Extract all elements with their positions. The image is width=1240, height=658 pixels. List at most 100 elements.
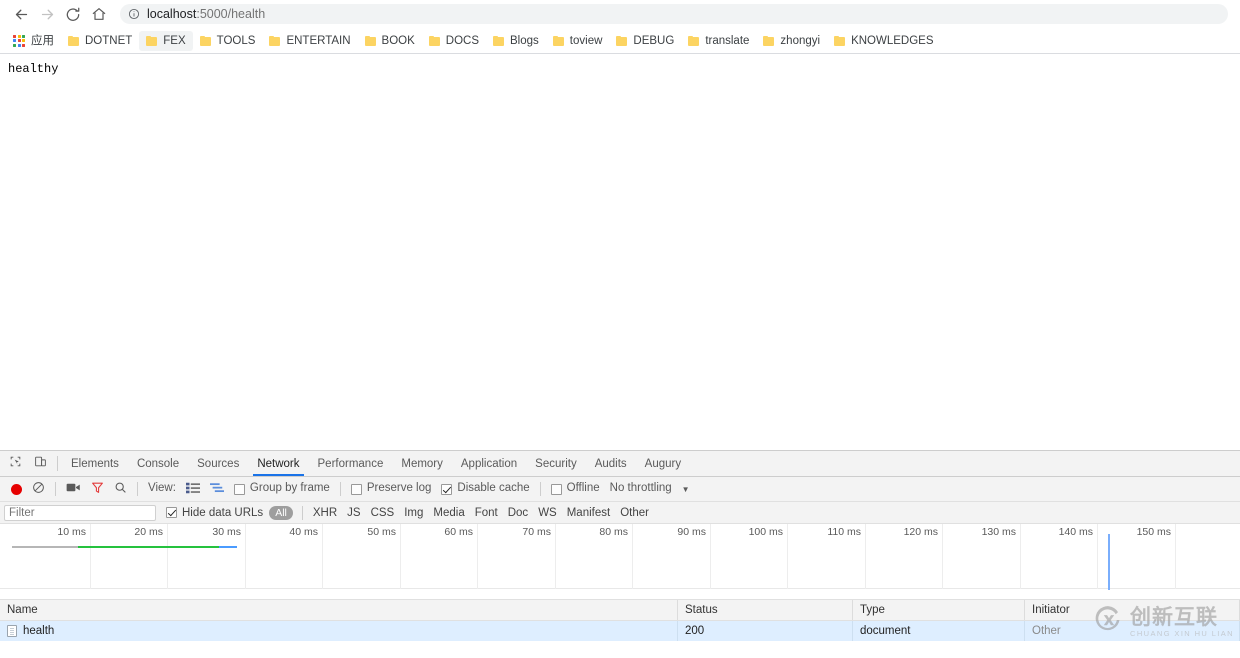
devtools-tab-application[interactable]: Application — [452, 451, 526, 476]
devtools-tab-elements[interactable]: Elements — [62, 451, 128, 476]
hide-data-urls-checkbox[interactable]: Hide data URLs — [166, 507, 263, 519]
reload-button[interactable] — [60, 1, 86, 27]
preserve-log-checkbox-box — [350, 483, 362, 495]
waterfall-view-button[interactable] — [205, 477, 229, 501]
devtools-tab-sources[interactable]: Sources — [188, 451, 248, 476]
filter-toggle-button[interactable] — [86, 477, 109, 501]
overview-bar-finish — [219, 546, 237, 548]
overview-tick-label: 70 ms — [522, 526, 551, 538]
network-filterbar: Hide data URLs All XHRJSCSSImgMediaFontD… — [0, 502, 1240, 524]
network-toolbar: View: Group by frame Preserve log Disabl… — [0, 477, 1240, 502]
bookmark-item[interactable]: ENTERTAIN — [262, 31, 357, 51]
bookmark-apps[interactable]: 应用 — [6, 31, 61, 51]
overview-tick-label: 10 ms — [57, 526, 86, 538]
disable-cache-label: Disable cache — [457, 482, 530, 495]
url-text: localhost:5000/health — [147, 4, 265, 24]
bookmark-item[interactable]: FEX — [139, 30, 193, 51]
bookmark-item[interactable]: DOTNET — [61, 31, 139, 51]
page-info-icon[interactable] — [128, 8, 140, 20]
overview-gridline — [710, 524, 711, 589]
filter-type-manifest[interactable]: Manifest — [562, 507, 615, 519]
folder-icon — [834, 35, 846, 46]
clear-button[interactable] — [27, 477, 50, 501]
document-file-icon — [7, 625, 17, 637]
overview-gridline — [555, 524, 556, 589]
record-button[interactable] — [6, 477, 27, 501]
bookmark-item[interactable]: toview — [546, 31, 610, 51]
devtools-tab-network[interactable]: Network — [248, 451, 308, 476]
bookmark-item-label: TOOLS — [216, 34, 256, 47]
devtools-tab-console[interactable]: Console — [128, 451, 188, 476]
preserve-log-checkbox[interactable]: Preserve log — [346, 477, 437, 501]
devtools-tab-augury[interactable]: Augury — [636, 451, 690, 476]
bookmarks-bar: 应用 DOTNET FEX TOOLS ENTERTAIN BOOK DOCS Blogs t… — [0, 28, 1240, 54]
overview-gridline — [90, 524, 91, 589]
devtools-tab-security[interactable]: Security — [526, 451, 586, 476]
bookmark-item-label: toview — [569, 34, 603, 47]
filter-type-css[interactable]: CSS — [366, 507, 400, 519]
group-by-frame-checkbox[interactable]: Group by frame — [229, 477, 335, 501]
back-button[interactable] — [8, 1, 34, 27]
table-body: health 200 document Other — [0, 621, 1240, 641]
bookmark-item[interactable]: Blogs — [486, 31, 546, 51]
table-header-type[interactable]: Type — [853, 600, 1025, 620]
table-row[interactable]: health 200 document Other — [0, 621, 1240, 641]
bookmark-item[interactable]: TOOLS — [193, 31, 263, 51]
table-cell-name: health — [0, 621, 678, 641]
device-toolbar-button[interactable] — [28, 451, 53, 476]
filter-type-font[interactable]: Font — [470, 507, 503, 519]
devtools-tab-performance[interactable]: Performance — [309, 451, 393, 476]
group-by-frame-label: Group by frame — [249, 482, 330, 495]
bookmark-item-label: zhongyi — [780, 34, 821, 47]
bookmark-item[interactable]: DEBUG — [609, 31, 681, 51]
address-bar[interactable]: localhost:5000/health — [120, 4, 1228, 24]
filter-type-media[interactable]: Media — [428, 507, 469, 519]
home-icon — [91, 6, 107, 22]
filter-type-doc[interactable]: Doc — [503, 507, 533, 519]
bookmark-item[interactable]: BOOK — [358, 31, 422, 51]
search-button[interactable] — [109, 477, 132, 501]
disable-cache-checkbox[interactable]: Disable cache — [436, 477, 534, 501]
bookmark-item[interactable]: translate — [681, 31, 756, 51]
bookmark-item-label: DOTNET — [85, 34, 133, 47]
filter-type-list: XHR JS CSS Img Media Font Doc WS Manifest Other — [308, 507, 654, 519]
toolbar-divider-3 — [339, 482, 341, 496]
list-view-button[interactable] — [181, 477, 205, 501]
offline-checkbox[interactable]: Offline — [546, 477, 605, 501]
bookmark-item[interactable]: KNOWLEDGES — [827, 31, 940, 51]
folder-icon — [688, 35, 700, 46]
bookmark-item-label: BOOK — [381, 34, 415, 47]
filter-input[interactable] — [4, 504, 156, 521]
filter-type-js[interactable]: JS — [342, 507, 365, 519]
folder-icon — [552, 35, 564, 46]
table-header-status[interactable]: Status — [678, 600, 853, 620]
capture-screenshots-button[interactable] — [61, 477, 86, 501]
overview-tick-label: 150 ms — [1136, 526, 1171, 538]
overview-bar-download — [78, 546, 220, 548]
group-by-frame-checkbox-box — [233, 483, 245, 495]
table-header-name[interactable]: Name — [0, 600, 678, 620]
devtools-tab-memory[interactable]: Memory — [392, 451, 452, 476]
network-overview-timeline[interactable]: 10 ms 20 ms 30 ms 40 ms 50 ms 60 ms 70 ms 80 ms… — [0, 524, 1240, 600]
home-button[interactable] — [86, 1, 112, 27]
filter-type-other[interactable]: Other — [615, 507, 654, 519]
filter-type-ws[interactable]: WS — [533, 507, 562, 519]
devtools-tab-audits[interactable]: Audits — [586, 451, 636, 476]
filter-type-img[interactable]: Img — [399, 507, 428, 519]
bookmark-item[interactable]: DOCS — [422, 31, 486, 51]
inspect-element-icon — [9, 455, 22, 473]
overview-gridline — [1097, 524, 1098, 589]
inspect-element-button[interactable] — [3, 451, 28, 476]
throttling-select[interactable]: No throttling ▼ — [605, 477, 695, 501]
overview-tick-label: 50 ms — [367, 526, 396, 538]
forward-button[interactable] — [34, 1, 60, 27]
table-header-initiator[interactable]: Initiator — [1025, 600, 1240, 620]
view-label: View: — [143, 477, 181, 501]
overview-gridline — [942, 524, 943, 589]
filter-type-xhr[interactable]: XHR — [308, 507, 342, 519]
overview-tick-label: 30 ms — [212, 526, 241, 538]
folder-icon — [493, 35, 505, 46]
filter-type-all[interactable]: All — [269, 505, 293, 520]
bookmark-item[interactable]: zhongyi — [756, 31, 827, 51]
overview-tick-label: 20 ms — [134, 526, 163, 538]
